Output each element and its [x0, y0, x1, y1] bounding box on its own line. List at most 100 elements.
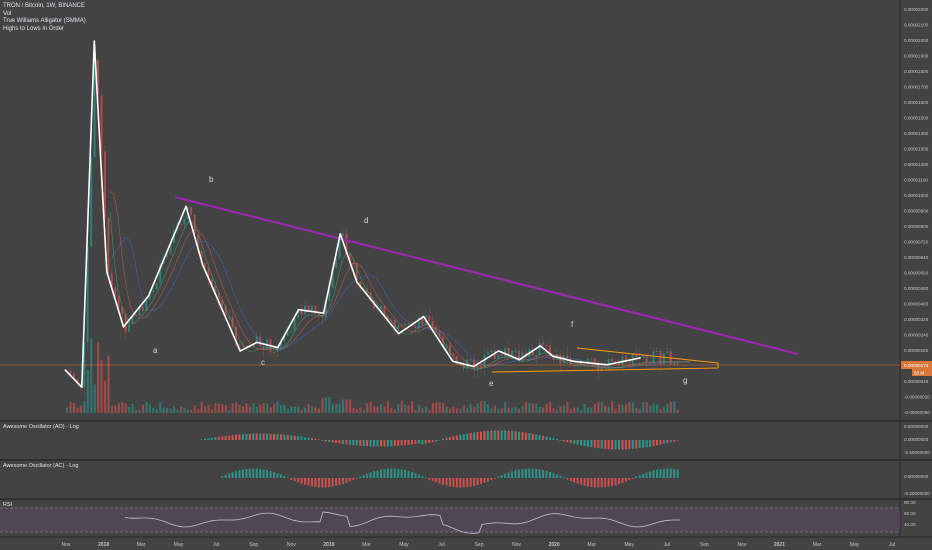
ac-bar [393, 468, 396, 478]
wave-point [64, 369, 66, 371]
price-tick: 0.00001900 [904, 54, 929, 59]
ao-bar [597, 440, 600, 449]
ao-bar [535, 434, 538, 440]
ao-bar [362, 440, 365, 446]
volume-bar [241, 406, 245, 413]
ao-bar [459, 434, 462, 440]
ao-bar [424, 440, 427, 444]
volume-bar [338, 403, 341, 413]
volume-bar [197, 408, 200, 413]
ac-bar [431, 478, 434, 482]
symbol-title[interactable]: TRON / Bitcoin, 1W, BINANCE [3, 3, 86, 11]
ac-bar [645, 472, 648, 478]
legend-item-volume[interactable]: Vol [3, 11, 86, 19]
legend-item-alligator[interactable]: True Williams Alligator (SMMA) [3, 18, 86, 26]
volume-bar [566, 401, 569, 413]
ac-bar [476, 478, 479, 486]
candle-body [542, 342, 545, 346]
candle-body [141, 306, 144, 311]
volume-bar [618, 404, 621, 413]
ao-bar [262, 433, 265, 440]
ao-pane-title[interactable]: Awesome Oscillator (AO) - Log [3, 424, 79, 430]
candle-body [428, 315, 431, 322]
ao-bar [549, 437, 551, 440]
ao-bar [231, 435, 234, 440]
volume-bar [176, 409, 179, 413]
volume-bar [317, 408, 321, 413]
ao-bar [400, 440, 403, 446]
ac-pane-title[interactable]: Awesome Oscillator (AC) - Log [3, 463, 78, 469]
volume-bar [531, 403, 534, 413]
candle-body [407, 323, 410, 325]
ao-bar [252, 433, 255, 440]
ao-bar [359, 440, 362, 446]
wave-point [277, 346, 279, 349]
volume-bar [310, 405, 314, 413]
volume-bar [276, 401, 279, 413]
ao-bar [524, 432, 527, 440]
time-tick: May [174, 542, 184, 548]
ac-bar [428, 478, 431, 480]
ac-bar [286, 477, 289, 478]
volume-bar [248, 406, 252, 413]
volume-bar [414, 409, 417, 413]
wave-point [623, 360, 625, 362]
candle-body [183, 218, 186, 225]
volume-bar [417, 404, 421, 413]
wave-point [356, 281, 358, 283]
volume-bar [307, 404, 310, 413]
ac-bar [321, 478, 324, 488]
ao-bar [676, 440, 679, 441]
candle-body [514, 350, 517, 352]
volume-bar [638, 408, 641, 413]
volume-bar [159, 402, 162, 413]
ac-bar [241, 469, 244, 478]
volume-bar [72, 402, 76, 413]
volume-bar [204, 406, 207, 413]
ao-bar [655, 440, 658, 446]
ao-bar [376, 440, 379, 447]
volume-bar [373, 406, 376, 413]
candle-body [190, 206, 193, 215]
ao-bar [566, 440, 569, 443]
volume-bar [676, 409, 679, 413]
price-tick: 0.00000400 [904, 302, 929, 307]
ao-bar [593, 440, 596, 448]
price-tick: 0.00000480 [904, 286, 929, 291]
volume-bar [293, 406, 296, 413]
volume-bar [538, 406, 541, 413]
volume-bar [369, 401, 372, 413]
ao-bar [511, 430, 514, 440]
ac-bar [573, 478, 576, 483]
volume-bar [193, 405, 196, 413]
price-tick: 0.00001700 [904, 85, 929, 90]
candle-body [642, 355, 645, 358]
ao-bar [293, 435, 296, 440]
ac-bar [448, 478, 451, 487]
wave-point [606, 364, 608, 366]
volume-bar [442, 402, 445, 413]
volume-bar [90, 338, 93, 413]
price-tick: 0.00001200 [904, 162, 929, 167]
wave-point [185, 205, 187, 207]
trading-chart[interactable]: abcdefg 0.000022000.000021000.000020000.… [0, 0, 932, 550]
ac-bar [348, 478, 351, 482]
ao-bar [611, 440, 614, 450]
volume-bar [452, 406, 455, 413]
ac-bar [611, 478, 614, 486]
ao-bar [221, 436, 224, 440]
volume-bar [476, 403, 479, 413]
volume-bar [245, 403, 248, 413]
legend-item-highs-lows[interactable]: Highs to Lows in Order [3, 26, 86, 34]
volume-bar [141, 404, 145, 413]
ao-bar [652, 440, 655, 447]
rsi-pane-title[interactable]: RSI [3, 502, 12, 508]
ac-bar [583, 478, 586, 486]
ao-bar [538, 435, 541, 440]
last-price-label: 0.00000174 [904, 363, 929, 368]
volume-bar [231, 403, 234, 413]
volume-bar [421, 408, 424, 413]
ao-bar [248, 433, 251, 440]
ac-bar [507, 472, 510, 478]
candle-body [69, 370, 72, 374]
